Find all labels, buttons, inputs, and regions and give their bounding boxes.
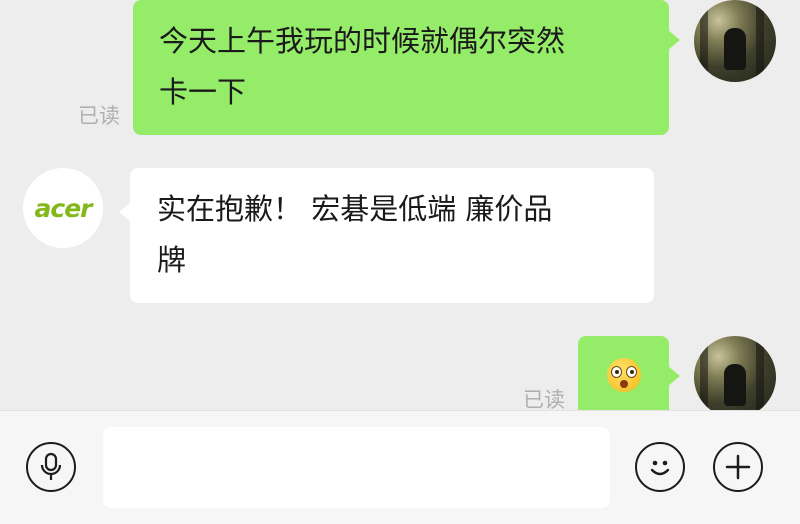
- contact-avatar[interactable]: acer: [23, 168, 103, 248]
- message-input[interactable]: [103, 427, 610, 508]
- message-text-line: 牌: [157, 243, 187, 277]
- message-bubble-outgoing[interactable]: 今天上午我玩的时候就偶尔突然 卡一下: [133, 0, 680, 135]
- smiley-icon[interactable]: [635, 442, 685, 492]
- plus-icon[interactable]: [713, 442, 763, 492]
- input-bar: [0, 410, 800, 524]
- microphone-icon[interactable]: [26, 442, 76, 492]
- flushed-face-emoji: [607, 358, 641, 392]
- message-bubble-incoming[interactable]: 实在抱歉！ 宏碁是低端 廉价品 牌: [119, 168, 654, 303]
- user-avatar[interactable]: [694, 0, 776, 82]
- message-text-line: 卡一下: [159, 75, 247, 109]
- message-text-line: 实在抱歉！ 宏碁是低端 廉价品: [157, 192, 553, 226]
- read-status: 已读: [523, 388, 565, 410]
- user-avatar[interactable]: [694, 336, 776, 410]
- message-text-line: 今天上午我玩的时候就偶尔突然: [159, 24, 566, 58]
- message-bubble-outgoing[interactable]: [578, 336, 680, 410]
- read-status: 已读: [78, 104, 120, 128]
- chat-area: 今天上午我玩的时候就偶尔突然 卡一下 已读 acer 实在抱歉！ 宏碁是低端 廉…: [0, 0, 800, 410]
- acer-logo: acer: [34, 193, 93, 223]
